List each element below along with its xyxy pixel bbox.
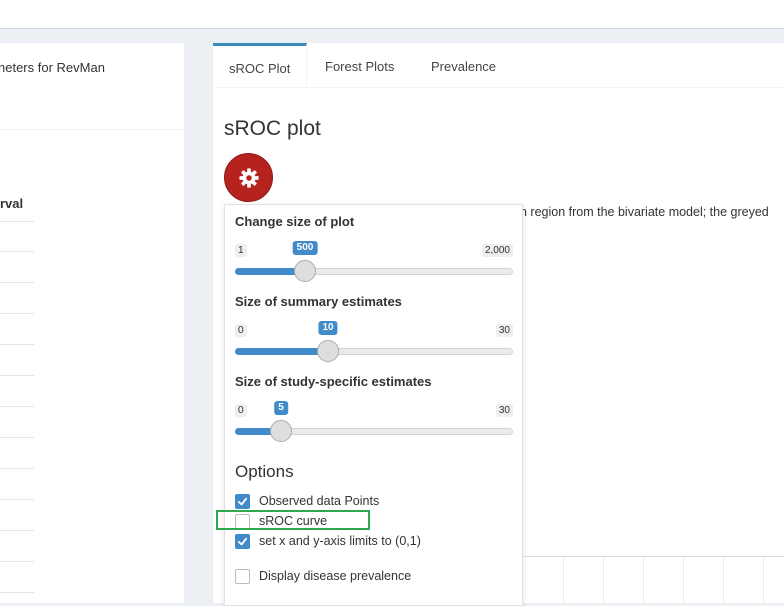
- slider-min: 0: [235, 324, 247, 337]
- slider-label: Change size of plot: [235, 214, 355, 229]
- tab-bar: sROC Plot Forest Plots Prevalence: [213, 43, 784, 88]
- gear-icon: [238, 167, 259, 188]
- table-row-divider: [0, 313, 34, 314]
- slider-handle[interactable]: [270, 420, 292, 442]
- table-row-divider: [0, 251, 34, 252]
- option-display-prevalence[interactable]: Display disease prevalence: [235, 567, 411, 585]
- checkbox[interactable]: [235, 568, 250, 584]
- tab-forest-plots[interactable]: Forest Plots: [309, 43, 410, 87]
- slider-label: Size of study-specific estimates: [235, 374, 432, 389]
- table-row-divider: [0, 561, 34, 562]
- summary-size-slider: Size of summary estimates 0 30 10: [235, 294, 515, 364]
- slider-max: 2,000: [481, 244, 513, 257]
- divider: [0, 129, 184, 130]
- tab-prevalence[interactable]: Prevalence: [415, 43, 512, 87]
- table-row-divider: [0, 375, 34, 376]
- table-row-divider: [0, 499, 34, 500]
- slider-fill: [235, 348, 328, 355]
- left-panel-title: neters for RevMan: [0, 60, 105, 75]
- table-row-divider: [0, 344, 34, 345]
- left-panel: neters for RevMan rval: [0, 43, 184, 603]
- options-heading: Options: [235, 462, 294, 481]
- tab-sroc-plot[interactable]: sROC Plot: [213, 43, 308, 87]
- slider-handle[interactable]: [294, 260, 316, 282]
- slider-min: 0: [235, 404, 247, 417]
- table-row-divider: [0, 406, 34, 407]
- option-observed-data-points[interactable]: Observed data Points: [235, 492, 379, 510]
- slider-handle[interactable]: [317, 340, 339, 362]
- plot-description: n region from the bivariate model; the g…: [520, 205, 769, 219]
- option-label: Observed data Points: [259, 494, 380, 508]
- highlight-box: [216, 510, 370, 530]
- slider-max: 30: [495, 404, 513, 417]
- page-title: sROC plot: [224, 117, 321, 140]
- settings-dropdown: Change size of plot 1 2,000 500 Size of …: [224, 204, 523, 606]
- plot-size-slider: Change size of plot 1 2,000 500: [235, 214, 515, 284]
- slider-value: 5: [274, 401, 288, 415]
- table-row-divider: [0, 221, 34, 222]
- settings-button[interactable]: [224, 153, 273, 202]
- table-row-divider: [0, 282, 34, 283]
- table-row-divider: [0, 530, 34, 531]
- table-row-divider: [0, 437, 34, 438]
- check-icon: [237, 497, 248, 505]
- option-label: Display disease prevalence: [259, 569, 412, 583]
- slider-label: Size of summary estimates: [235, 294, 402, 309]
- table-column-heading: rval: [0, 196, 24, 211]
- study-size-slider: Size of study-specific estimates 0 30 5: [235, 374, 515, 444]
- check-icon: [237, 537, 248, 545]
- top-bar: [0, 0, 784, 29]
- table-row-divider: [0, 468, 34, 469]
- checkbox[interactable]: [235, 533, 250, 549]
- checkbox[interactable]: [235, 493, 250, 509]
- option-label: set x and y-axis limits to (0,1): [259, 534, 421, 548]
- option-axis-limits[interactable]: set x and y-axis limits to (0,1): [235, 532, 421, 550]
- slider-min: 1: [235, 244, 247, 257]
- table-row-divider: [0, 592, 34, 593]
- slider-max: 30: [495, 324, 513, 337]
- slider-value: 10: [318, 321, 338, 335]
- plot-area: [523, 556, 784, 604]
- slider-value: 500: [292, 241, 318, 255]
